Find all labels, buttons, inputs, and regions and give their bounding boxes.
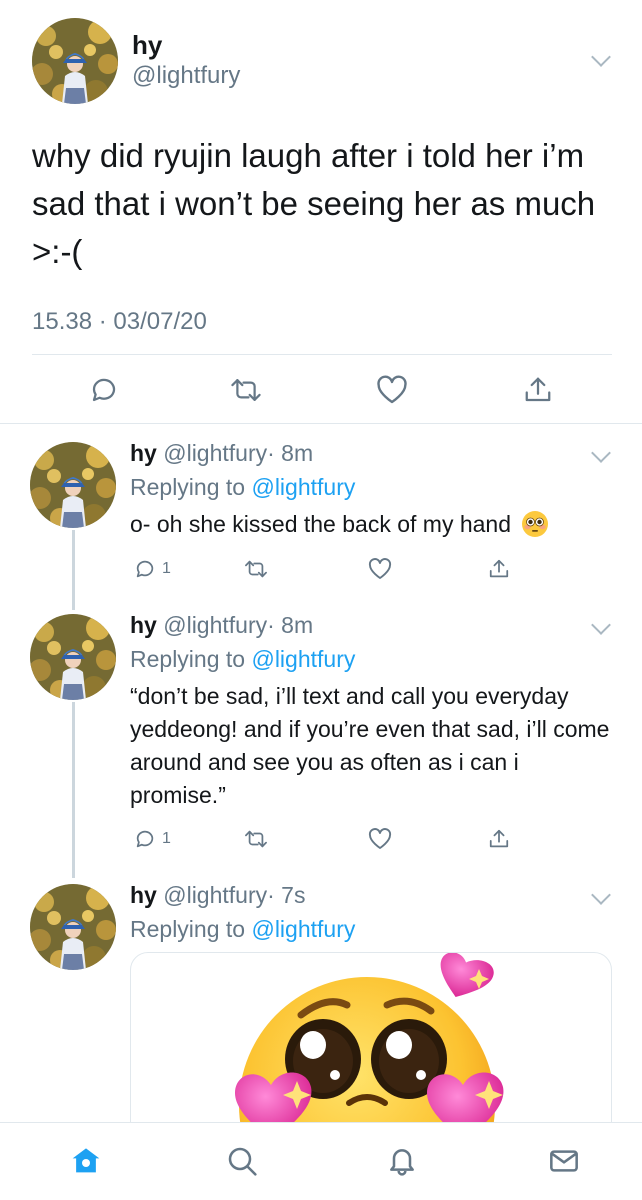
retweet-icon[interactable]: [226, 370, 266, 410]
share-icon[interactable]: [484, 824, 514, 854]
reply-icon[interactable]: [130, 824, 160, 854]
reply-age: · 7s: [267, 882, 306, 908]
replying-label: Replying to: [130, 474, 246, 500]
chevron-down-icon[interactable]: [591, 443, 611, 463]
avatar[interactable]: [30, 884, 116, 970]
like-icon[interactable]: [372, 370, 412, 410]
share-icon[interactable]: [518, 370, 558, 410]
chevron-down-icon[interactable]: [591, 885, 611, 905]
notifications-tab[interactable]: [382, 1141, 422, 1181]
reply-icon[interactable]: [130, 554, 160, 584]
avatar[interactable]: [30, 442, 116, 528]
reply-tweet[interactable]: hy @lightfury· 8m Replying to @lightfury…: [0, 424, 642, 610]
like-icon[interactable]: [364, 554, 396, 584]
author-handle[interactable]: @lightfury: [163, 882, 267, 908]
author-name[interactable]: hy: [132, 30, 162, 61]
replying-label: Replying to: [130, 646, 246, 672]
main-tweet: hy @lightfury why did ryujin laugh after…: [0, 0, 642, 424]
mail-icon: [550, 1150, 578, 1172]
replying-label: Replying to: [130, 916, 246, 942]
tweet-timestamp: 15.38 · 03/07/20: [32, 308, 207, 335]
replying-to-link[interactable]: @lightfury: [251, 474, 355, 500]
reply-header: hy @lightfury· 8m: [130, 612, 313, 639]
author-name[interactable]: hy: [130, 440, 157, 466]
home-icon: [72, 1148, 100, 1173]
bell-icon: [390, 1149, 414, 1176]
reply-header: hy @lightfury· 8m: [130, 440, 313, 467]
retweet-icon[interactable]: [240, 824, 272, 854]
replying-to: Replying to @lightfury: [130, 646, 355, 673]
like-icon[interactable]: [364, 824, 396, 854]
reply-icon[interactable]: [84, 370, 124, 410]
bottom-tab-bar: [0, 1122, 642, 1200]
reply-tweet[interactable]: hy @lightfury· 8m Replying to @lightfury…: [0, 596, 642, 876]
replying-to: Replying to @lightfury: [130, 474, 355, 501]
author-handle[interactable]: @lightfury: [163, 440, 267, 466]
search-icon: [228, 1147, 257, 1176]
retweet-icon[interactable]: [240, 554, 272, 584]
reply-count: 1: [162, 560, 171, 577]
replying-to-link[interactable]: @lightfury: [251, 916, 355, 942]
reply-age: · 8m: [267, 440, 314, 466]
home-tab[interactable]: [66, 1141, 106, 1181]
divider: [32, 354, 612, 355]
reply-body: o- oh she kissed the back of my hand: [130, 511, 511, 537]
reply-count: 1: [162, 830, 171, 847]
author-name[interactable]: hy: [130, 882, 157, 908]
replying-to: Replying to @lightfury: [130, 916, 355, 943]
reply-header: hy @lightfury· 7s: [130, 882, 305, 909]
share-icon[interactable]: [484, 554, 514, 584]
author-handle[interactable]: @lightfury: [163, 612, 267, 638]
search-tab[interactable]: [222, 1141, 262, 1181]
avatar[interactable]: [30, 614, 116, 700]
chevron-down-icon[interactable]: [591, 47, 611, 67]
reply-body: “don’t be sad, i’ll text and call you ev…: [130, 683, 610, 808]
messages-tab[interactable]: [544, 1141, 584, 1181]
author-handle[interactable]: @lightfury: [132, 62, 240, 90]
author-name[interactable]: hy: [130, 612, 157, 638]
flushed-face-emoji: [522, 511, 549, 537]
avatar[interactable]: [32, 18, 118, 104]
tweet-text: why did ryujin laugh after i told her i’…: [32, 137, 596, 270]
reply-age: · 8m: [267, 612, 314, 638]
chevron-down-icon[interactable]: [591, 615, 611, 635]
reply-text: o- oh she kissed the back of my hand: [130, 508, 620, 541]
replying-to-link[interactable]: @lightfury: [251, 646, 355, 672]
